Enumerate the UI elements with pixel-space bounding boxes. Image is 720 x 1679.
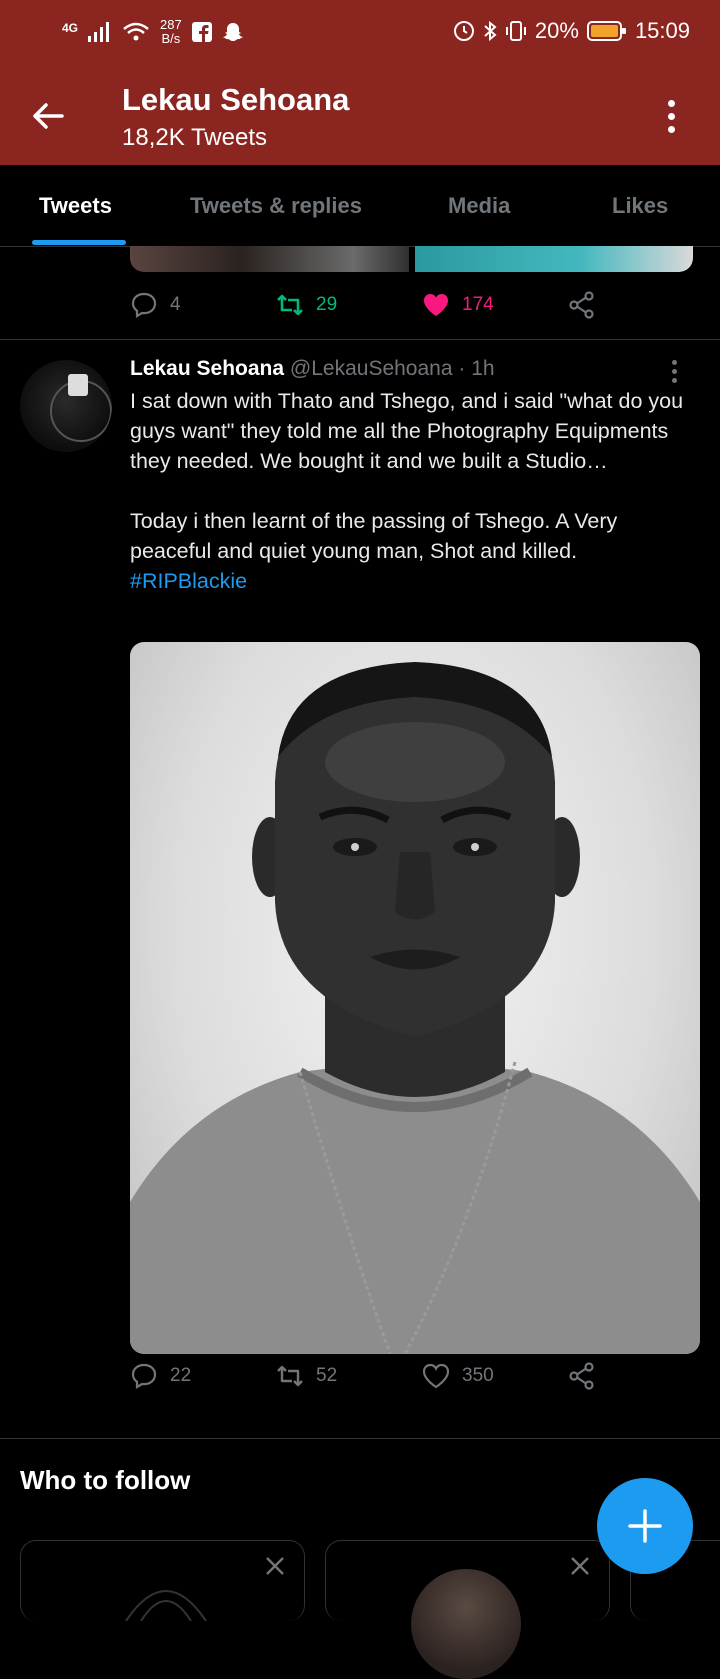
tab-tweets[interactable]: Tweets [39,193,112,219]
compose-tweet-button[interactable] [597,1478,693,1574]
status-bar: 4G 287 B/s 20% 15:09 [0,0,720,70]
retweet-icon [277,1365,303,1387]
share-button[interactable] [568,291,714,319]
tweet-divider [0,339,720,340]
tweet-more-icon[interactable] [672,360,678,387]
network-speed-value: 287 [160,17,182,32]
clock: 15:09 [634,18,690,43]
dismiss-icon[interactable] [264,1555,286,1577]
battery-icon [586,21,626,41]
suggestion-avatar [125,1590,207,1621]
more-options-icon[interactable] [668,100,676,139]
tab-media[interactable]: Media [448,193,510,219]
previous-media-image-1[interactable] [130,246,409,272]
retweet-count: 29 [316,294,338,315]
reply-button[interactable]: 4 [130,291,276,319]
share-icon [569,291,594,319]
battery-percent: 20% [534,18,579,43]
share-icon [569,1362,594,1390]
profile-tabs: Tweets Tweets & replies Media Likes [0,165,720,247]
reply-icon [131,1363,157,1389]
reply-button[interactable]: 22 [130,1362,276,1390]
retweet-icon [277,294,303,316]
facebook-icon [191,22,212,42]
tweet-author-name[interactable]: Lekau Sehoana [130,357,284,380]
reply-icon [131,292,157,318]
tab-likes[interactable]: Likes [612,193,668,219]
avatar[interactable] [20,360,112,452]
tweet-text: I sat down with Thato and Tshego, and i … [130,386,690,596]
follow-suggestion-card[interactable] [20,1540,305,1621]
tweet-paragraph-1: I sat down with Thato and Tshego, and i … [130,389,684,473]
tweet-time: 1h [471,357,495,380]
section-divider [0,1438,720,1439]
like-button[interactable]: 350 [422,1362,568,1390]
previous-tweet-media[interactable] [130,246,693,272]
network-speed-unit: B/s [161,31,181,46]
tweet-paragraph-2: Today i then learnt of the passing of Ts… [130,509,618,563]
tweet-separator: · [458,357,466,380]
tweet-author-handle[interactable]: @LekauSehoana [290,357,453,380]
portrait-illustration [130,662,700,1354]
plus-icon [628,1509,662,1543]
previous-media-image-2[interactable] [414,246,693,272]
tab-tweets-replies[interactable]: Tweets & replies [190,193,362,219]
who-to-follow-title: Who to follow [20,1465,191,1495]
previous-tweet-actions: 4 29 174 [130,291,714,319]
retweet-button[interactable]: 29 [276,291,422,319]
reply-count: 22 [170,1365,192,1386]
back-arrow-icon[interactable] [30,98,66,134]
profile-name: Lekau Sehoana [122,82,350,117]
share-button[interactable] [568,1362,714,1390]
like-count: 350 [462,1365,494,1386]
profile-header: Lekau Sehoana 18,2K Tweets [0,70,720,165]
like-button[interactable]: 174 [422,291,568,319]
avatar-logo [68,374,88,396]
network-label: 4G [62,21,79,35]
heart-filled-icon [424,294,448,316]
like-count: 174 [462,294,494,315]
vibrate-icon [505,21,526,41]
tweet-count: 18,2K Tweets [122,124,267,151]
bluetooth-icon [484,20,497,42]
signal-icon [88,22,110,42]
tweet-photo[interactable] [130,642,700,1354]
follow-suggestion-card[interactable] [325,1540,610,1679]
network-speed: 287 B/s [160,18,182,46]
retweet-button[interactable]: 52 [276,1362,422,1390]
tweet-actions: 22 52 350 [130,1362,714,1390]
reply-count: 4 [170,294,181,315]
snapchat-icon [222,23,243,41]
wifi-icon [123,22,149,41]
suggestion-avatar [411,1569,521,1679]
active-tab-indicator [32,240,126,245]
alarm-icon [453,21,474,41]
tweet-header: Lekau Sehoana @LekauSehoana · 1h [130,357,495,381]
dismiss-icon[interactable] [569,1555,591,1577]
retweet-count: 52 [316,1365,338,1386]
heart-icon [422,1363,450,1389]
hashtag-link[interactable]: #RIPBlackie [130,566,690,596]
